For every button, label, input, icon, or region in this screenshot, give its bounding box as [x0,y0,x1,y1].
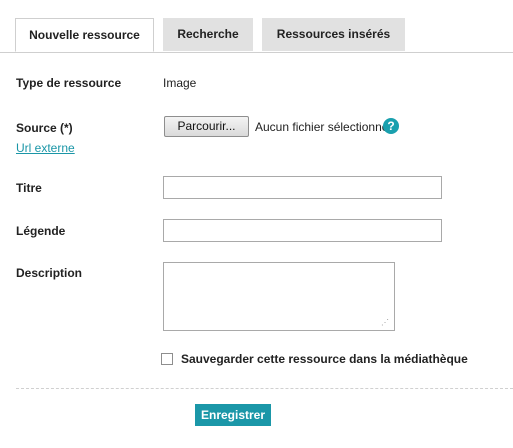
title-label: Titre [16,181,42,195]
tab-bar: Nouvelle ressource Recherche Ressources … [0,0,513,53]
help-icon[interactable]: ? [383,118,399,134]
title-input[interactable] [163,176,442,199]
tab-inserted-resources[interactable]: Ressources insérés [262,18,405,51]
external-url-link[interactable]: Url externe [16,141,75,155]
browse-button[interactable]: Parcourir... [164,116,249,137]
save-to-library-label[interactable]: Sauvegarder cette ressource dans la médi… [181,352,468,366]
no-file-selected-text: Aucun fichier sélectionné. [255,120,392,134]
source-label: Source (*) [16,121,73,135]
caption-label: Légende [16,224,66,238]
divider [16,388,513,389]
caption-input[interactable] [163,219,442,242]
description-label: Description [16,266,83,280]
resource-type-label: Type de ressource [16,76,122,90]
tab-search[interactable]: Recherche [163,18,253,51]
description-textarea[interactable] [163,262,395,331]
save-to-library-checkbox[interactable] [161,353,173,365]
tab-new-resource[interactable]: Nouvelle ressource [15,18,154,52]
save-button[interactable]: Enregistrer [195,404,271,426]
resource-type-value: Image [163,76,197,90]
resize-grip-icon[interactable]: ⋰ [381,318,391,328]
